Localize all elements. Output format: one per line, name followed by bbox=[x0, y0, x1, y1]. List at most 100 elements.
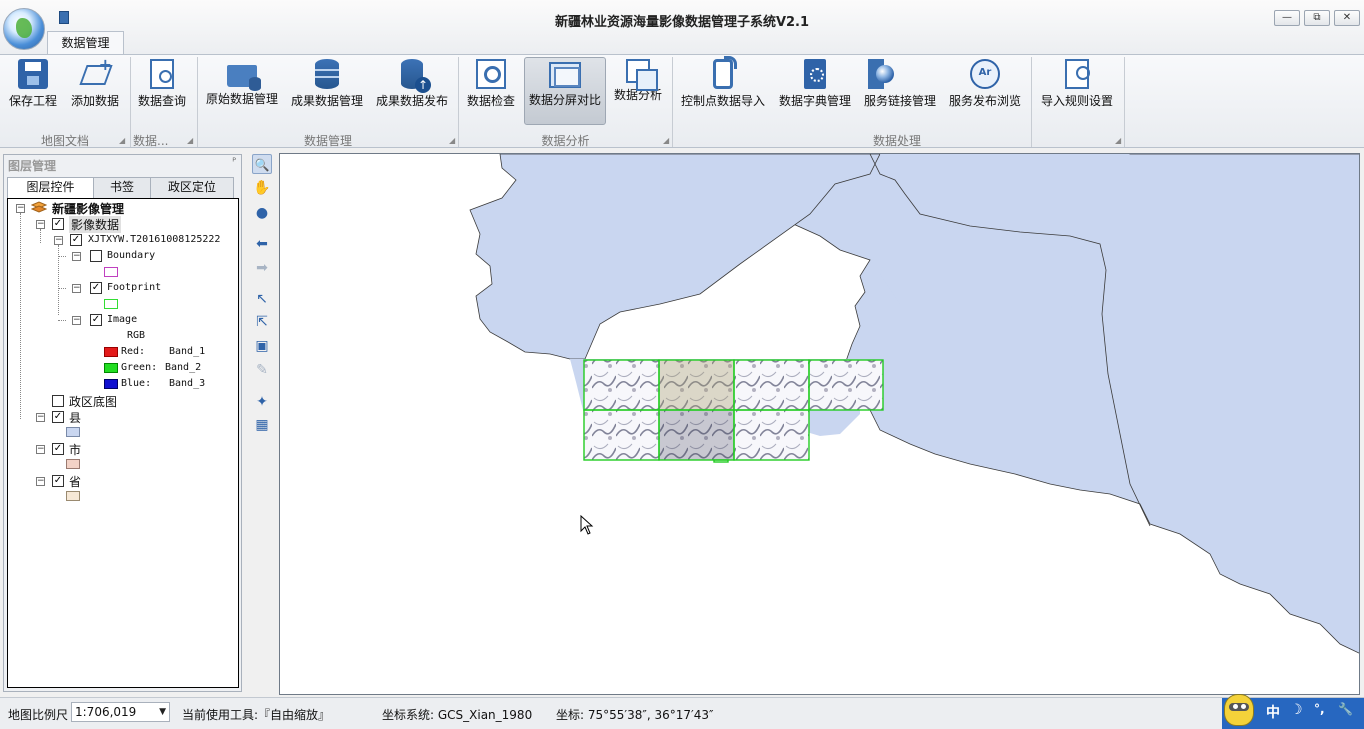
dialog-launcher-icon[interactable]: ◢ bbox=[119, 136, 125, 145]
raw-data-management-button[interactable]: 原始数据管理 bbox=[203, 55, 281, 127]
forward-arrow-icon[interactable]: ➡ bbox=[252, 258, 272, 278]
minimize-button[interactable]: — bbox=[1274, 10, 1300, 26]
save-project-label: 保存工程 bbox=[8, 94, 57, 108]
restore-button[interactable]: ⧉ bbox=[1304, 10, 1330, 26]
expand-toggle[interactable]: − bbox=[16, 204, 25, 213]
data-inspect-button[interactable]: 数据检查 bbox=[463, 55, 519, 127]
tree-footprint-label[interactable]: Footprint bbox=[107, 282, 161, 293]
data-query-button[interactable]: 数据查询 bbox=[133, 55, 191, 127]
control-point-import-button[interactable]: 控制点数据导入 bbox=[677, 55, 769, 127]
dictionary-icon bbox=[804, 59, 826, 89]
data-dictionary-button[interactable]: 数据字典管理 bbox=[774, 55, 856, 127]
split-screen-icon bbox=[549, 62, 581, 88]
edit-vertex-icon[interactable]: ⇱ bbox=[252, 312, 272, 332]
group-label-data-management: 数据管理 bbox=[303, 134, 352, 148]
service-publish-browse-button[interactable]: 服务发布浏览 bbox=[944, 55, 1026, 127]
raw-data-management-label: 原始数据管理 bbox=[205, 92, 278, 106]
scale-value: 1:706,019 bbox=[75, 705, 137, 719]
moon-icon[interactable]: ☽ bbox=[1290, 702, 1303, 718]
split-screen-compare-label: 数据分屏对比 bbox=[528, 93, 601, 107]
data-analysis-button[interactable]: 数据分析 bbox=[610, 55, 666, 127]
save-project-button[interactable]: 保存工程 bbox=[5, 55, 61, 127]
control-point-import-label: 控制点数据导入 bbox=[680, 94, 765, 108]
dialog-launcher-icon[interactable]: ◢ bbox=[663, 136, 669, 145]
tree-province-label[interactable]: 省 bbox=[69, 473, 81, 490]
dialog-launcher-icon[interactable]: ◢ bbox=[449, 136, 455, 145]
scale-combobox[interactable]: 1:706,019 ▼ bbox=[71, 702, 170, 722]
result-data-management-button[interactable]: 成果数据管理 bbox=[287, 55, 367, 127]
blue-band-swatch bbox=[104, 379, 118, 389]
tree-image-label[interactable]: Image bbox=[107, 314, 137, 325]
tree-dataset-label[interactable]: XJTXYW.T20161008125222 bbox=[88, 234, 220, 245]
service-link-management-label: 服务链接管理 bbox=[863, 94, 936, 108]
split-screen-compare-button[interactable]: 数据分屏对比 bbox=[524, 57, 606, 125]
clear-selection-icon[interactable]: ✎ bbox=[252, 360, 272, 380]
tree-rgb-label: RGB bbox=[127, 330, 146, 341]
wrench-settings-icon[interactable]: 🔧 bbox=[1338, 702, 1353, 716]
province-swatch bbox=[66, 491, 80, 501]
footprint-checkbox[interactable]: ✓ bbox=[90, 282, 102, 294]
map-canvas[interactable] bbox=[280, 154, 1360, 695]
expand-toggle[interactable]: − bbox=[72, 316, 81, 325]
tab-bookmarks[interactable]: 书签 bbox=[93, 177, 151, 198]
expand-toggle[interactable]: − bbox=[36, 220, 45, 229]
green-band-value: Band_2 bbox=[165, 362, 202, 373]
dialog-launcher-icon[interactable]: ◢ bbox=[187, 136, 193, 145]
expand-toggle[interactable]: − bbox=[36, 413, 45, 422]
tree-image-data-label[interactable]: 影像数据 bbox=[69, 216, 122, 233]
tab-region-locate[interactable]: 政区定位 bbox=[150, 177, 234, 198]
full-extent-globe-icon[interactable]: ● bbox=[252, 203, 272, 223]
tab-layer-control[interactable]: 图层控件 bbox=[7, 177, 94, 199]
result-data-publish-label: 成果数据发布 bbox=[375, 94, 448, 108]
province-checkbox[interactable]: ✓ bbox=[52, 475, 64, 487]
service-link-management-button[interactable]: 服务链接管理 bbox=[860, 55, 940, 127]
tree-admin-base-label[interactable]: 政区底图 bbox=[69, 393, 117, 410]
swipe-tool-icon[interactable]: ▦ bbox=[252, 415, 272, 435]
select-pointer-icon[interactable]: ↖ bbox=[252, 289, 272, 309]
dropdown-arrow-icon[interactable]: ▼ bbox=[159, 703, 166, 721]
city-checkbox[interactable]: ✓ bbox=[52, 443, 64, 455]
map-view[interactable] bbox=[279, 153, 1360, 695]
ime-mascot-icon[interactable] bbox=[1224, 694, 1254, 726]
group-label-map-document: 地图文档 bbox=[40, 134, 89, 148]
dataset-checkbox[interactable]: ✓ bbox=[70, 234, 82, 246]
add-layer-icon bbox=[80, 55, 112, 89]
expand-toggle[interactable]: − bbox=[72, 252, 81, 261]
expand-toggle[interactable]: − bbox=[36, 477, 45, 486]
layers-icon bbox=[30, 201, 48, 214]
zoom-in-tool-icon[interactable]: 🔍 bbox=[252, 154, 272, 174]
expand-toggle[interactable]: − bbox=[36, 445, 45, 454]
import-rules-settings-label: 导入规则设置 bbox=[1040, 94, 1113, 108]
image-data-checkbox[interactable]: ✓ bbox=[52, 218, 64, 230]
ribbon-tab-data-management[interactable]: 数据管理 bbox=[47, 31, 124, 55]
tree-city-label[interactable]: 市 bbox=[69, 441, 81, 458]
database-upload-icon bbox=[401, 59, 431, 93]
admin-base-checkbox[interactable] bbox=[52, 395, 64, 407]
identify-icon[interactable]: ✦ bbox=[252, 392, 272, 412]
import-rules-settings-button[interactable]: 导入规则设置 bbox=[1036, 55, 1118, 127]
close-button[interactable]: ✕ bbox=[1334, 10, 1360, 26]
punctuation-icon[interactable]: °, bbox=[1314, 702, 1325, 716]
pan-tool-icon[interactable]: ✋ bbox=[252, 178, 272, 198]
add-data-button[interactable]: 添加数据 bbox=[65, 55, 125, 127]
title-bar: 新疆林业资源海量影像数据管理子系统V2.1 — ⧉ ✕ 数据管理 bbox=[0, 0, 1364, 55]
data-query-label: 数据查询 bbox=[137, 94, 186, 108]
group-label-data-analysis: 数据分析 bbox=[541, 134, 590, 148]
expand-toggle[interactable]: − bbox=[72, 284, 81, 293]
county-checkbox[interactable]: ✓ bbox=[52, 411, 64, 423]
expand-toggle[interactable]: − bbox=[54, 236, 63, 245]
green-band-label: Green: bbox=[121, 362, 158, 373]
dialog-launcher-icon[interactable]: ◢ bbox=[1115, 136, 1121, 145]
tree-boundary-label[interactable]: Boundary bbox=[107, 250, 155, 261]
pin-icon[interactable]: ᴾ bbox=[232, 157, 236, 168]
boundary-checkbox[interactable] bbox=[90, 250, 102, 262]
back-arrow-icon[interactable]: ⬅ bbox=[252, 234, 272, 254]
image-checkbox[interactable]: ✓ bbox=[90, 314, 102, 326]
result-data-publish-button[interactable]: 成果数据发布 bbox=[372, 55, 452, 127]
select-box-icon[interactable]: ▣ bbox=[252, 336, 272, 356]
ime-chinese-mode[interactable]: 中 bbox=[1266, 702, 1280, 722]
tree-root-label[interactable]: 新疆影像管理 bbox=[52, 200, 124, 217]
query-icon bbox=[150, 59, 174, 89]
arcgis-icon bbox=[970, 59, 1000, 89]
tree-county-label[interactable]: 县 bbox=[69, 409, 81, 426]
